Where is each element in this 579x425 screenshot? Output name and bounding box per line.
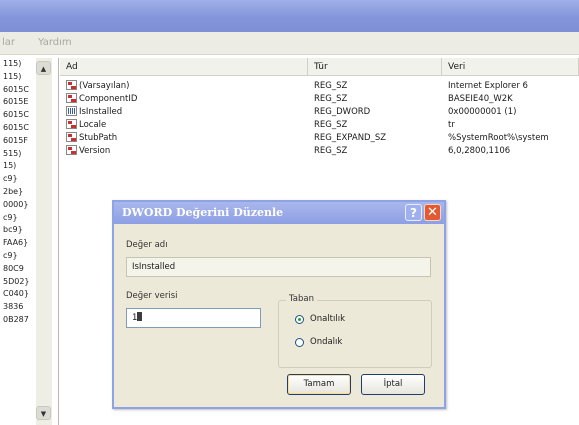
- value-row[interactable]: (Varsayılan) REG_SZ Internet Explorer 6: [60, 80, 579, 93]
- value-name-text: Locale: [79, 120, 107, 130]
- value-type-cell: REG_DWORD: [314, 107, 371, 117]
- column-header-name[interactable]: Ad: [60, 58, 308, 76]
- help-button[interactable]: ?: [405, 204, 422, 221]
- binary-value-icon: [66, 106, 77, 116]
- text-cursor: [137, 312, 143, 321]
- base-groupbox: Taban Onaltılık Ondalık: [278, 294, 432, 368]
- value-row[interactable]: Locale REG_SZ tr: [60, 119, 579, 132]
- value-name-label: Değer adı: [126, 240, 168, 250]
- string-value-icon: [66, 93, 77, 103]
- value-name-text: IsInstalled: [132, 262, 176, 272]
- value-data-cell: %SystemRoot%\system: [448, 133, 549, 143]
- value-data-input[interactable]: 1: [126, 308, 261, 328]
- value-data-label: Değer verisi: [126, 291, 178, 301]
- value-name-text: (Varsayılan): [79, 81, 130, 91]
- decimal-radio-label[interactable]: Ondalık: [310, 337, 342, 347]
- window-titlebar: [0, 0, 579, 32]
- value-name-cell: Locale: [66, 119, 306, 132]
- tree-scrollbar[interactable]: ▲ ▼: [36, 58, 52, 425]
- menu-item-favorites[interactable]: lar: [2, 37, 15, 48]
- edit-dword-dialog: DWORD Değerini Düzenle ? ✕ Değer adı IsI…: [112, 200, 446, 409]
- decimal-radio[interactable]: [295, 338, 304, 347]
- close-button[interactable]: ✕: [424, 204, 441, 221]
- value-name-text: IsInstalled: [79, 107, 123, 117]
- ok-button[interactable]: Tamam: [287, 374, 351, 395]
- value-name-text: ComponentID: [79, 94, 138, 104]
- value-name-cell: ComponentID: [66, 93, 306, 106]
- value-name-text: StubPath: [79, 133, 118, 143]
- column-header-type[interactable]: Tür: [308, 58, 442, 76]
- value-data-cell: tr: [448, 120, 455, 130]
- registry-key-tree[interactable]: 115) 115) 6015C 6015E 6015C 6015C 6015F 515) 15)…: [0, 58, 59, 425]
- value-data-cell: 6,0,2800,1106: [448, 146, 511, 156]
- value-data-cell: Internet Explorer 6: [448, 81, 528, 91]
- value-type-cell: REG_SZ: [314, 94, 348, 104]
- value-row[interactable]: StubPath REG_EXPAND_SZ %SystemRoot%\system: [60, 132, 579, 145]
- dialog-titlebar: DWORD Değerini Düzenle ? ✕: [114, 202, 444, 224]
- value-data-cell: BASEIE40_W2K: [448, 94, 513, 104]
- hex-radio[interactable]: [295, 315, 304, 324]
- column-header-data[interactable]: Veri: [442, 58, 579, 76]
- value-row[interactable]: ComponentID REG_SZ BASEIE40_W2K: [60, 93, 579, 106]
- base-label: Taban: [286, 294, 317, 304]
- value-type-cell: REG_SZ: [314, 120, 348, 130]
- value-name-text: Version: [79, 146, 111, 156]
- value-row[interactable]: Version REG_SZ 6,0,2800,1106: [60, 145, 579, 158]
- value-name-cell: (Varsayılan): [66, 80, 306, 93]
- value-data-cell: 0x00000001 (1): [448, 107, 517, 117]
- string-value-icon: [66, 80, 77, 90]
- scroll-down-button[interactable]: ▼: [36, 406, 51, 420]
- menu-bar: lar Yardım: [0, 32, 579, 55]
- menu-item-help[interactable]: Yardım: [38, 37, 72, 48]
- value-name-field[interactable]: IsInstalled: [126, 257, 431, 277]
- value-name-cell: StubPath: [66, 132, 306, 145]
- value-row[interactable]: IsInstalled REG_DWORD 0x00000001 (1): [60, 106, 579, 119]
- string-value-icon: [66, 119, 77, 129]
- dialog-title: DWORD Değerini Düzenle: [122, 206, 284, 219]
- value-type-cell: REG_SZ: [314, 146, 348, 156]
- string-value-icon: [66, 145, 77, 155]
- cancel-button[interactable]: İptal: [361, 374, 425, 395]
- scroll-up-button[interactable]: ▲: [36, 61, 51, 75]
- string-value-icon: [66, 132, 77, 142]
- value-name-cell: IsInstalled: [66, 106, 306, 119]
- value-type-cell: REG_EXPAND_SZ: [314, 133, 387, 143]
- value-type-cell: REG_SZ: [314, 81, 348, 91]
- hex-radio-label[interactable]: Onaltılık: [310, 314, 345, 324]
- value-name-cell: Version: [66, 145, 306, 158]
